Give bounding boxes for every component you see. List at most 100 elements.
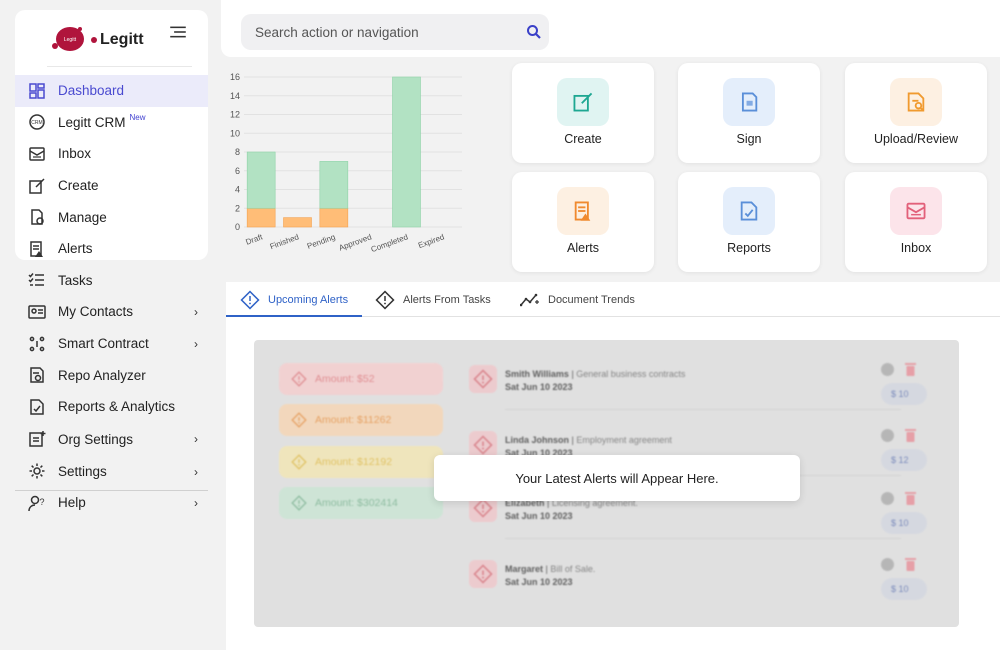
sidebar-item-smart-contract[interactable]: Smart Contract ›	[15, 328, 208, 360]
y-tick-label: 16	[230, 72, 240, 82]
logo-dot	[91, 37, 97, 43]
inbox-icon	[28, 145, 46, 163]
tile-label: Reports	[678, 241, 820, 255]
tile-upload-review[interactable]: Upload/Review	[845, 63, 987, 163]
trash-icon	[905, 491, 916, 505]
alerts-icon	[28, 240, 46, 258]
tile-label: Upload/Review	[845, 132, 987, 146]
diamond-alert-icon	[375, 290, 395, 310]
y-tick-label: 2	[235, 203, 240, 213]
alert-date: Sat Jun 10 2023	[505, 382, 573, 392]
sidebar-item-legitt-crm[interactable]: CRMLegitt CRMNew	[15, 107, 208, 139]
y-tick-label: 0	[235, 222, 240, 232]
sidebar-divider	[15, 490, 208, 491]
svg-text:?: ?	[39, 497, 44, 507]
sidebar-item-tasks[interactable]: Tasks	[15, 265, 208, 297]
smart-contract-icon	[28, 335, 46, 353]
tab-label: Alerts From Tasks	[403, 294, 491, 306]
amount-label: Amount: $12192	[315, 456, 392, 468]
sidebar-item-label: Create	[58, 178, 99, 193]
tile-inbox[interactable]: Inbox	[845, 172, 987, 272]
sidebar-item-label: Inbox	[58, 146, 91, 161]
x-tick-label: Completed	[370, 232, 409, 254]
sidebar-item-label: Smart Contract	[58, 336, 149, 351]
sidebar-item-label: Help	[58, 495, 86, 510]
tile-label: Sign	[678, 132, 820, 146]
upload-review-icon	[890, 78, 942, 126]
y-tick-label: 6	[235, 166, 240, 176]
x-tick-label: Draft	[244, 232, 264, 247]
tile-label: Create	[512, 132, 654, 146]
chevron-right-icon: ›	[194, 465, 198, 479]
tab-document-trends[interactable]: Document Trends	[520, 284, 635, 316]
x-tick-label: Pending	[306, 232, 337, 250]
reports-icon	[28, 398, 46, 416]
sidebar-item-label: Tasks	[58, 273, 93, 288]
new-badge: New	[130, 113, 146, 122]
sidebar-item-help[interactable]: ?Help›	[15, 487, 208, 519]
tab-label: Upcoming Alerts	[268, 294, 348, 306]
sidebar-item-reports-analytics[interactable]: Reports & Analytics	[15, 391, 208, 423]
sidebar-item-dashboard[interactable]: Dashboard	[15, 75, 208, 107]
y-tick-label: 4	[235, 185, 240, 195]
sidebar-item-settings[interactable]: Settings›	[15, 456, 208, 488]
amount-badge: Amount: $52	[279, 363, 443, 395]
search-icon[interactable]	[526, 24, 542, 40]
org-settings-icon	[28, 430, 46, 448]
sidebar-item-repo-analyzer[interactable]: Repo Analyzer	[15, 359, 208, 391]
trash-icon	[905, 428, 916, 442]
chevron-right-icon: ›	[194, 337, 198, 351]
diamond-alert-icon	[291, 371, 307, 387]
create-icon	[28, 177, 46, 195]
sidebar-item-org-settings[interactable]: Org Settings›	[15, 423, 208, 456]
alert-title: Linda Johnson | Employment agreement	[505, 435, 672, 445]
document-status-chart: 0246810121416DraftFinishedPendingApprove…	[222, 66, 502, 266]
amount-badge: Amount: $11262	[279, 404, 443, 436]
diamond-alert-icon	[291, 412, 307, 428]
sidebar-item-alerts[interactable]: Alerts	[15, 233, 208, 265]
alert-title: Margaret | Bill of Sale.	[505, 564, 595, 574]
alert-amount: $ 10	[881, 512, 927, 534]
row-divider	[505, 538, 901, 539]
amount-badge: Amount: $302414	[279, 487, 443, 519]
x-tick-label: Expired	[417, 232, 446, 250]
tile-label: Alerts	[512, 241, 654, 255]
alert-amount: $ 10	[881, 383, 927, 405]
alerts-icon	[557, 187, 609, 235]
x-tick-label: Approved	[338, 232, 373, 252]
chevron-right-icon: ›	[194, 305, 198, 319]
trash-icon	[905, 557, 916, 571]
diamond-alert-icon	[291, 495, 307, 511]
bar-pending	[320, 208, 348, 227]
alert-row: Smith Williams | General business contra…	[469, 365, 929, 415]
sidebar-item-manage[interactable]: Manage	[15, 201, 208, 233]
logo-icon[interactable]: Legitt	[50, 24, 86, 54]
chevron-right-icon: ›	[194, 432, 198, 446]
tile-reports[interactable]: Reports	[678, 172, 820, 272]
sidebar-item-label: Alerts	[58, 241, 93, 256]
tab-alerts-from-tasks[interactable]: Alerts From Tasks	[375, 284, 491, 316]
search-input[interactable]	[241, 14, 549, 50]
tile-alerts[interactable]: Alerts	[512, 172, 654, 272]
tasks-icon	[28, 271, 46, 289]
sidebar-item-label: Manage	[58, 210, 107, 225]
menu-toggle-icon[interactable]	[170, 25, 186, 39]
alert-name: Linda Johnson	[505, 435, 569, 445]
tile-label: Inbox	[845, 241, 987, 255]
sidebar-item-label: Reports & Analytics	[58, 399, 175, 414]
sign-icon	[723, 78, 775, 126]
alert-name: Smith Williams	[505, 369, 569, 379]
sidebar-item-create[interactable]: Create	[15, 170, 208, 202]
tab-upcoming-alerts[interactable]: Upcoming Alerts	[226, 284, 362, 317]
sidebar-item-inbox[interactable]: Inbox	[15, 138, 208, 170]
amount-label: Amount: $302414	[315, 497, 398, 509]
contacts-icon	[28, 303, 46, 321]
sidebar-item-label: Legitt CRM	[58, 115, 126, 130]
create-icon	[557, 78, 609, 126]
sidebar-item-my-contacts[interactable]: My Contacts›	[15, 296, 208, 328]
alert-amount: $ 10	[881, 578, 927, 600]
tile-sign[interactable]: Sign	[678, 63, 820, 163]
alert-document: General business contracts	[576, 369, 685, 379]
alert-row: Margaret | Bill of Sale.Sat Jun 10 2023$…	[469, 560, 929, 610]
tile-create[interactable]: Create	[512, 63, 654, 163]
